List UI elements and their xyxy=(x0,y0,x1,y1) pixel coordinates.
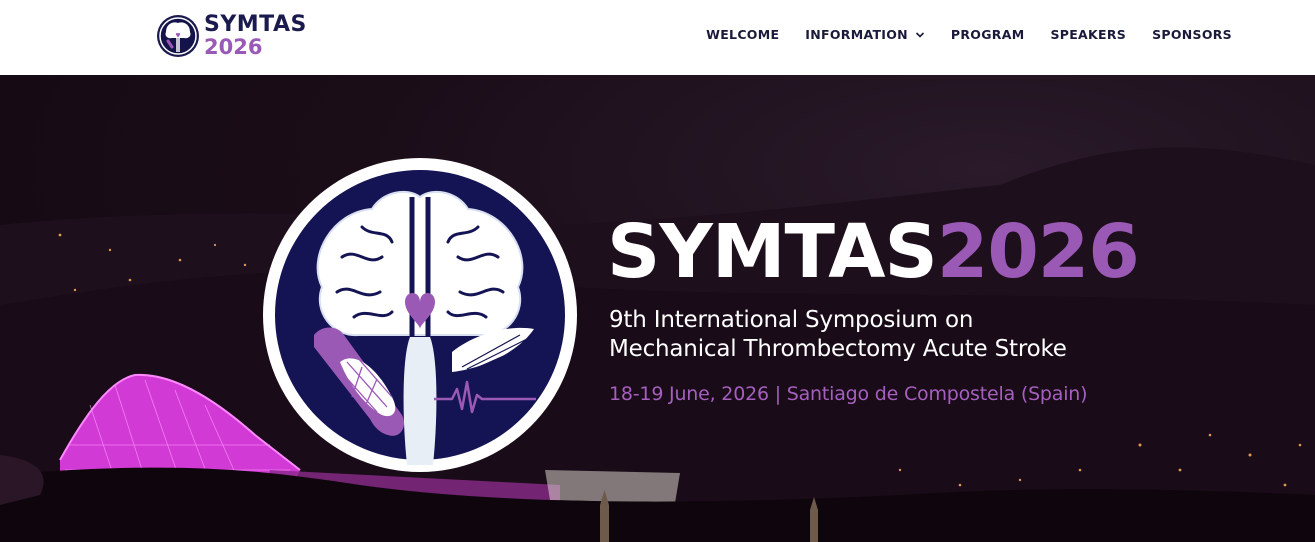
nav-item-welcome[interactable]: WELCOME xyxy=(706,27,779,42)
symtas-brain-emblem xyxy=(263,158,577,472)
brain-logo-icon xyxy=(157,15,199,57)
site-header: SYMTAS 2026 WELCOME INFORMATION PROGRAM … xyxy=(0,0,1315,75)
main-nav: WELCOME INFORMATION PROGRAM SPEAKERS SPO… xyxy=(706,27,1232,42)
chevron-down-icon xyxy=(915,31,924,38)
site-logo[interactable]: SYMTAS 2026 xyxy=(156,12,306,60)
hero-date-location: 18-19 June, 2026 | Santiago de Compostel… xyxy=(609,383,1088,405)
hero-banner: SYMTAS2026 9th International Symposium o… xyxy=(0,75,1315,542)
hero-subtitle-line2: Mechanical Thrombectomy Acute Stroke xyxy=(609,336,1067,362)
nav-item-information[interactable]: INFORMATION xyxy=(805,27,925,42)
hero-title-year: 2026 xyxy=(936,209,1140,295)
nav-item-sponsors[interactable]: SPONSORS xyxy=(1152,27,1232,42)
nav-item-speakers[interactable]: SPEAKERS xyxy=(1050,27,1126,42)
hero-title-word: SYMTAS xyxy=(607,209,938,295)
nav-item-program[interactable]: PROGRAM xyxy=(951,27,1025,42)
nav-item-information-label: INFORMATION xyxy=(805,27,908,42)
logo-wordmark: SYMTAS xyxy=(204,12,307,37)
hero-title: SYMTAS2026 xyxy=(607,215,1140,289)
hero-subtitle: 9th International Symposium on Mechanica… xyxy=(609,306,1067,364)
logo-year: 2026 xyxy=(204,35,263,59)
hero-subtitle-line1: 9th International Symposium on xyxy=(609,307,974,333)
